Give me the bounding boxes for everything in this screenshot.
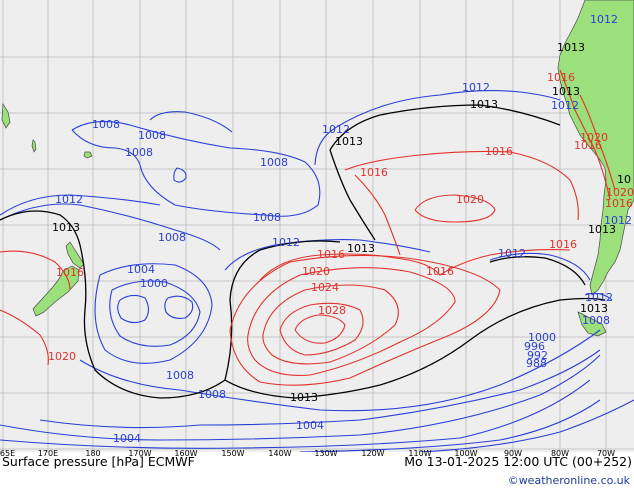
contour-label: 1012 <box>55 193 83 206</box>
contour-label: 1008 <box>158 231 186 244</box>
map-footer: 165E 170E 180 170W 160W 150W 140W 130W 1… <box>0 449 634 490</box>
contour-label: 1013 <box>52 221 80 234</box>
contour-label: 1008 <box>166 369 194 382</box>
site-credit[interactable]: ©weatheronline.co.uk <box>508 474 630 487</box>
contour-label: 1012 <box>498 247 526 260</box>
longitude-label: 150W <box>221 449 244 458</box>
pressure-map: 1008 1008 1008 1008 1008 1008 1008 1008 … <box>0 0 634 452</box>
contour-label: 1013 <box>580 302 608 315</box>
contour-label: 1013 <box>588 223 616 236</box>
contour-label: 1013 <box>557 41 585 54</box>
contour-label: 1020 <box>456 193 484 206</box>
contour-label: 1020 <box>606 186 634 199</box>
contour-label: 1016 <box>485 145 513 158</box>
contour-label: 1016 <box>426 265 454 278</box>
contour-label: 1004 <box>296 419 324 432</box>
contour-label: 1013 <box>335 135 363 148</box>
contour-label: 1008 <box>92 118 120 131</box>
contour-label: 1000 <box>140 277 168 290</box>
contour-label: 1012 <box>590 13 618 26</box>
contour-label: 10 <box>617 173 631 186</box>
contour-label: 1013 <box>290 391 318 404</box>
longitude-label: 140W <box>268 449 291 458</box>
contour-label: 1020 <box>302 265 330 278</box>
contour-label: 1008 <box>125 146 153 159</box>
contour-label: 1008 <box>198 388 226 401</box>
contour-label: 1004 <box>127 263 155 276</box>
contour-label: 1016 <box>56 266 84 279</box>
contour-label: 1012 <box>551 99 579 112</box>
contour-label: 1013 <box>470 98 498 111</box>
contour-label: 1008 <box>260 156 288 169</box>
contour-label: 1013 <box>552 85 580 98</box>
longitude-label: 120W <box>361 449 384 458</box>
contour-label: 1016 <box>549 238 577 251</box>
run-info: Mo 13-01-2025 12:00 UTC (00+252) <box>404 454 632 469</box>
contour-label: 1020 <box>580 131 608 144</box>
contour-label: 1016 <box>547 71 575 84</box>
longitude-label: 130W <box>314 449 337 458</box>
contour-label: 1012 <box>462 81 490 94</box>
contour-label: 1020 <box>48 350 76 363</box>
contour-label: 1008 <box>138 129 166 142</box>
contour-label: 1013 <box>347 242 375 255</box>
contour-label: 988 <box>526 357 547 370</box>
contour-label: 1012 <box>272 236 300 249</box>
contour-label: 1028 <box>318 304 346 317</box>
contour-label: 1016 <box>360 166 388 179</box>
contour-label: 1008 <box>582 314 610 327</box>
contour-label: 1024 <box>311 281 339 294</box>
map-title: Surface pressure [hPa] ECMWF <box>2 454 195 469</box>
contour-label: 1016 <box>317 248 345 261</box>
contour-label: 1008 <box>253 211 281 224</box>
